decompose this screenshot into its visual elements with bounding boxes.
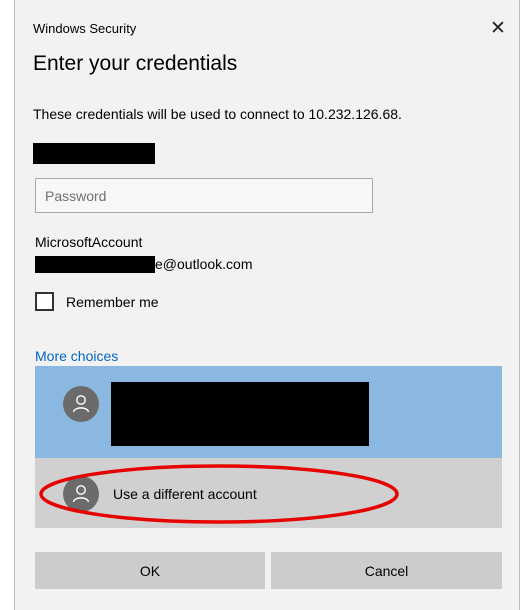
more-choices-link[interactable]: More choices [35, 348, 118, 364]
password-field[interactable] [35, 178, 373, 213]
redacted-email-prefix [35, 256, 155, 273]
close-icon: ✕ [490, 18, 506, 39]
remember-me-label: Remember me [66, 293, 159, 310]
credentials-dialog: Windows Security ✕ Enter your credential… [14, 0, 520, 610]
person-icon [63, 476, 99, 512]
account-type-label: MicrosoftAccount [35, 234, 143, 250]
account-option-selected[interactable] [35, 366, 502, 458]
ok-button[interactable]: OK [35, 552, 265, 589]
checkbox-box[interactable] [35, 292, 54, 311]
use-different-account-option[interactable]: Use a different account [35, 458, 502, 528]
cancel-button[interactable]: Cancel [271, 552, 502, 589]
different-account-label: Use a different account [113, 486, 257, 502]
close-button[interactable]: ✕ [485, 16, 511, 42]
remember-me-checkbox[interactable]: Remember me [35, 292, 159, 311]
dialog-heading: Enter your credentials [33, 52, 238, 75]
dialog-description: These credentials will be used to connec… [33, 106, 402, 122]
person-icon [63, 386, 99, 422]
account-email: e@outlook.com [155, 256, 253, 272]
redacted-username [33, 143, 155, 164]
redacted-account-name [111, 382, 369, 446]
window-title: Windows Security [33, 21, 137, 36]
